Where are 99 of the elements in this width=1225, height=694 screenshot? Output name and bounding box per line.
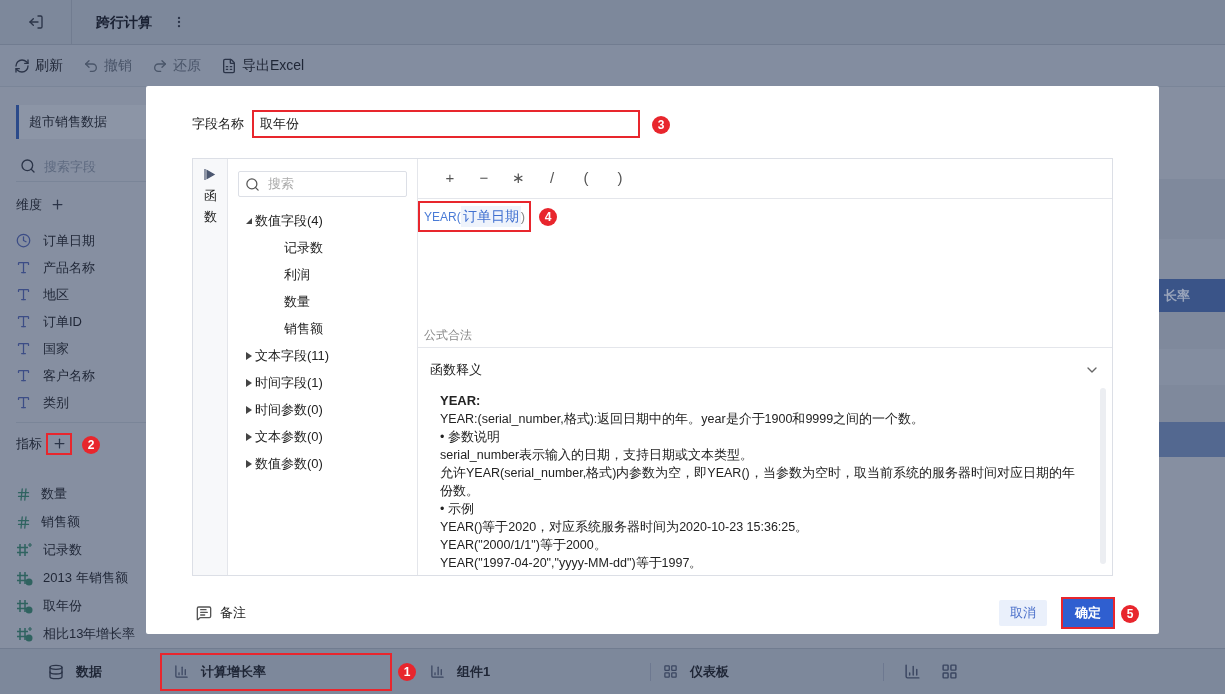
description-line: serial_number表示输入的日期，支持日期或文本类型。: [440, 447, 755, 464]
column-header: 长率: [1164, 286, 1190, 305]
operator-button[interactable]: (: [574, 167, 598, 190]
tree-node[interactable]: 数值字段(4): [246, 210, 323, 231]
field-item[interactable]: 记录数: [16, 536, 245, 564]
function-name: YEAR:: [440, 392, 482, 410]
bottom-tab[interactable]: 组件1: [418, 652, 650, 691]
redo-icon: [152, 57, 168, 74]
add-dashboard-icon[interactable]: [941, 663, 958, 680]
hash-icon: [16, 598, 33, 614]
description-line: YEAR:(serial_number,格式):返回日期中的年。year是介于1900和9999之间的一个数。: [440, 411, 926, 428]
add-icon: [51, 436, 67, 452]
hash-icon: [16, 514, 31, 530]
operator-button[interactable]: +: [438, 167, 462, 190]
field-item[interactable]: 产品名称: [16, 254, 245, 282]
grid-icon: [663, 664, 678, 679]
text-type-icon: [16, 314, 31, 330]
text-type-icon: [16, 341, 31, 357]
search-field[interactable]: 搜索: [238, 171, 407, 197]
formula[interactable]: YEAR(订单日期): [418, 201, 532, 232]
field-item[interactable]: 销售额: [284, 318, 323, 339]
hash-icon: [16, 486, 31, 502]
toolbar-button[interactable]: 刷新: [14, 55, 63, 76]
refresh-icon: [14, 57, 30, 74]
database-icon: [48, 663, 64, 680]
step-number: 5: [1121, 605, 1139, 623]
hash-icon: [16, 542, 33, 558]
field-item[interactable]: 利润: [284, 264, 310, 285]
tree-node[interactable]: 数值参数(0): [246, 453, 323, 474]
bar-chart-icon: [430, 664, 445, 679]
search-icon: [245, 176, 260, 192]
tree-node[interactable]: 时间参数(0): [246, 399, 323, 420]
add-chart-icon[interactable]: [904, 663, 921, 680]
formula-status: 公式合法: [424, 327, 472, 344]
step-number: 4: [539, 207, 558, 226]
field-item[interactable]: 订单日期: [16, 227, 245, 255]
name-input[interactable]: 取年份: [252, 110, 640, 138]
description-line: YEAR("1997-04-20","yyyy-MM-dd")等于1997。: [440, 555, 704, 572]
spreadsheet-icon: [221, 57, 237, 74]
bottom-tab[interactable]: 仪表板: [651, 652, 883, 691]
operator-button[interactable]: −: [472, 167, 496, 190]
tree-node[interactable]: 文本字段(11): [246, 345, 330, 366]
toolbar-button[interactable]: 导出Excel: [221, 55, 305, 76]
description-line: 允许YEAR(serial_number,格式)内参数为空，即YEAR()，当参数为空时，取当前系统的服务器时间对应日期的年份数。: [440, 465, 1076, 500]
field-item[interactable]: 相比13年增长率: [16, 620, 245, 648]
hash-icon: [16, 626, 33, 642]
expand-panel-icon[interactable]: [204, 169, 216, 180]
bar-chart-icon: [174, 664, 189, 679]
expand-triangle-icon: [246, 405, 253, 414]
function-tab[interactable]: 函数: [203, 186, 217, 228]
bottom-tab[interactable]: 计算增长率: [160, 652, 392, 691]
add-icon[interactable]: [50, 197, 65, 213]
search-icon: [20, 158, 36, 175]
field-item[interactable]: 2013 年销售额: [16, 564, 245, 592]
field-label: 字段名称: [192, 115, 244, 134]
expand-triangle-icon: [246, 351, 253, 360]
step-number: 1: [398, 662, 416, 681]
text-type-icon: [16, 287, 31, 303]
section-title: 维度: [16, 195, 42, 214]
tree-node[interactable]: 文本参数(0): [246, 426, 323, 447]
description-line: YEAR()等于2020，对应系统服务器时间为2020-10-23 15:36:25。: [440, 519, 810, 536]
clock-icon: [16, 233, 31, 249]
note-button[interactable]: 备注: [196, 603, 246, 623]
field-item[interactable]: 订单ID: [16, 308, 245, 336]
cancel-button[interactable]: 取消: [999, 600, 1047, 626]
note-icon: [196, 605, 212, 621]
step-number: 3: [652, 116, 670, 134]
expand-triangle-icon: [246, 459, 253, 468]
text-type-icon: [16, 395, 31, 411]
field-item[interactable]: 国家: [16, 335, 245, 363]
section-title: 指标: [16, 434, 42, 453]
hash-icon: [16, 570, 33, 586]
description-line: • 示例: [440, 501, 475, 518]
confirm-button[interactable]: 确定: [1061, 597, 1115, 629]
text-type-icon: [16, 260, 31, 276]
description-line: YEAR("2000/1/1")等于2000。: [440, 537, 608, 554]
bottom-tab[interactable]: 数据: [0, 652, 150, 691]
field-item[interactable]: 地区: [16, 281, 245, 309]
field-item[interactable]: 记录数: [284, 237, 323, 258]
tree-node[interactable]: 时间字段(1): [246, 372, 323, 393]
operator-button[interactable]: ∗: [506, 167, 530, 190]
field-item[interactable]: 数量: [16, 480, 245, 508]
field-item[interactable]: 类别: [16, 389, 245, 417]
field-item[interactable]: 数量: [284, 291, 310, 312]
operator-button[interactable]: ): [608, 167, 632, 190]
page-title: 跨行计算: [96, 12, 152, 32]
undo-icon: [83, 57, 99, 74]
text-type-icon: [16, 368, 31, 384]
operator-button[interactable]: /: [540, 167, 564, 190]
collapse-triangle-icon: [246, 216, 253, 225]
exit-icon[interactable]: [27, 14, 44, 30]
step-number: 2: [82, 435, 100, 454]
section-title: 函数释义: [430, 361, 482, 380]
expand-triangle-icon: [246, 378, 253, 387]
description-line: • 参数说明: [440, 429, 501, 446]
expand-triangle-icon: [246, 432, 253, 441]
add-button[interactable]: [46, 432, 72, 455]
field-item[interactable]: 客户名称: [16, 362, 245, 390]
field-item[interactable]: 销售额: [16, 508, 245, 536]
